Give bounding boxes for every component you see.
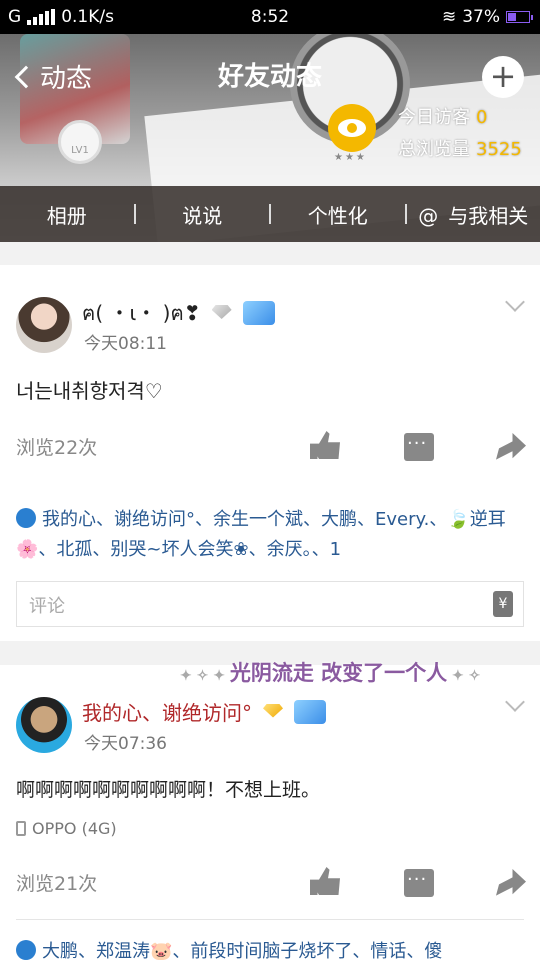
like-icon[interactable] <box>310 867 340 895</box>
vip-badge-icon <box>242 301 275 325</box>
visitor-eye-button[interactable] <box>328 104 376 152</box>
decoration-banner: ✦ ✧ ✦ 光阴流走 改变了一个人 ✦ ✧ <box>180 657 480 687</box>
phone-icon <box>16 821 26 836</box>
view-count: 浏览21次 <box>16 873 98 895</box>
post-author[interactable]: 我的心、谢绝访问° <box>82 697 326 726</box>
tab-related-label: 与我相关 <box>448 203 529 228</box>
profile-header: 动态 好友动态 + LV1 ★★★ 今日访客 0 总浏览量 3525 相册 说说 个… <box>0 34 540 242</box>
back-label: 动态 <box>40 64 93 94</box>
level-badge[interactable]: LV1 <box>58 120 102 164</box>
visitors-today-label: 今日访客 <box>398 107 470 128</box>
star-rating: ★★★ <box>334 152 367 163</box>
visitors-today-count: 0 <box>476 107 488 128</box>
comment-icon[interactable] <box>404 869 434 897</box>
divider <box>16 919 524 920</box>
likes-list[interactable]: 大鹏、郑温涛🐷、前段时间脑子烧坏了、情话、傻 <box>16 937 526 960</box>
tab-moments[interactable]: 说说 <box>136 200 270 229</box>
device-name: OPPO (4G) <box>32 819 117 838</box>
author-name: ฅ( ・ι・ )ฅ❣ <box>82 301 201 325</box>
likes-text: 大鹏、郑温涛🐷、前段时间脑子烧坏了、情话、傻 <box>42 941 443 960</box>
profile-tabs: 相册 说说 个性化 @ 与我相关 <box>0 186 540 242</box>
gift-icon[interactable]: ¥ <box>493 591 513 617</box>
device-label: OPPO (4G) <box>16 819 117 838</box>
post-time: 今天08:11 <box>84 334 167 354</box>
post-content: 啊啊啊啊啊啊啊啊啊啊！不想上班。 <box>16 779 321 801</box>
comment-icon[interactable] <box>404 433 434 461</box>
post-time: 今天07:36 <box>84 734 167 754</box>
banner-sparkle: ✦ ✧ ✦ <box>180 668 230 684</box>
back-chevron-icon <box>14 65 38 88</box>
tab-album[interactable]: 相册 <box>0 200 134 229</box>
chevron-down-icon[interactable] <box>505 292 525 312</box>
tab-related-to-me[interactable]: @ 与我相关 <box>407 200 540 229</box>
wifi-icon: ≋ <box>441 7 457 27</box>
avatar[interactable] <box>16 697 72 753</box>
vip-badge-icon <box>294 699 326 724</box>
likes-list[interactable]: 我的心、谢绝访问°、余生一个斌、大鹏、Every.、🍃逆耳🌸、北孤、别哭~坏人会… <box>16 505 526 565</box>
diamond-icon <box>260 702 286 722</box>
view-count: 浏览22次 <box>16 437 98 459</box>
post-card: ฅ( ・ι・ )ฅ❣ 今天08:11 너는내취향저격♡ 浏览22次 我的心、谢绝… <box>0 265 540 641</box>
total-views-label: 总浏览量 <box>398 139 470 160</box>
chevron-down-icon[interactable] <box>505 692 525 712</box>
feed: ฅ( ・ι・ )ฅ❣ 今天08:11 너는내취향저격♡ 浏览22次 我的心、谢绝… <box>0 265 540 960</box>
comment-input[interactable]: 评论 ¥ <box>16 581 524 627</box>
tab-personalize[interactable]: 个性化 <box>271 200 405 229</box>
post-author[interactable]: ฅ( ・ι・ )ฅ❣ <box>82 297 275 329</box>
status-bar: G 0.1K/s 8:52 ≋ 37% <box>0 0 540 34</box>
add-button[interactable]: + <box>482 56 524 98</box>
avatar[interactable] <box>16 297 72 353</box>
author-name: 我的心、谢绝访问° <box>82 701 252 725</box>
share-icon[interactable] <box>496 869 526 896</box>
banner-sparkle: ✦ ✧ <box>447 668 481 684</box>
banner-text: 光阴流走 改变了一个人 <box>229 660 448 685</box>
total-views-count: 3525 <box>476 139 522 160</box>
likes-text: 我的心、谢绝访问°、余生一个斌、大鹏、Every.、🍃逆耳🌸、北孤、别哭~坏人会… <box>16 509 506 560</box>
comment-placeholder: 评论 <box>29 596 65 617</box>
diamond-icon <box>209 303 235 323</box>
like-badge-icon <box>16 940 36 960</box>
visitors-today[interactable]: 今日访客 0 <box>398 103 487 129</box>
like-badge-icon <box>16 508 36 528</box>
share-icon[interactable] <box>496 433 526 460</box>
battery-icon <box>506 11 533 23</box>
post-card: ✦ ✧ ✦ 光阴流走 改变了一个人 ✦ ✧ 我的心、谢绝访问° 今天07:36 … <box>0 660 540 960</box>
eye-icon <box>338 119 366 137</box>
like-icon[interactable] <box>310 431 340 459</box>
total-views[interactable]: 总浏览量 3525 <box>398 135 522 161</box>
battery-percent: 37% <box>462 7 500 27</box>
back-button[interactable]: 动态 <box>12 58 92 95</box>
post-content: 너는내취향저격♡ <box>16 379 163 403</box>
at-icon: @ <box>418 203 439 228</box>
